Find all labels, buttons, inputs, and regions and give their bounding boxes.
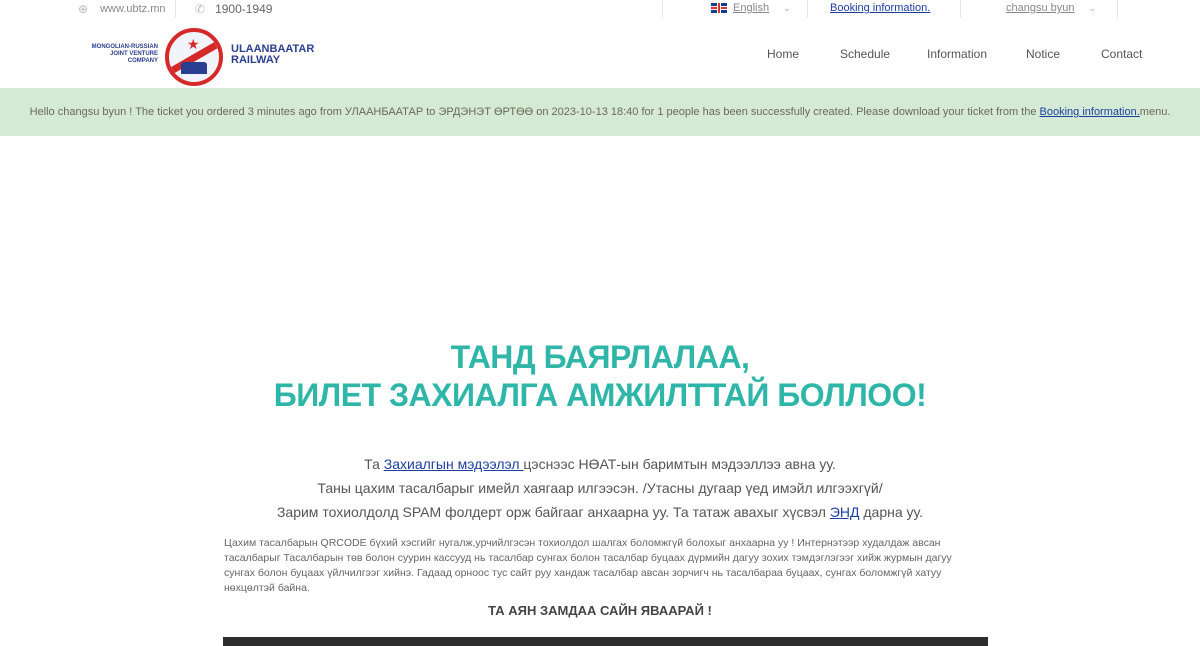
ticket-rules-text: Цахим тасалбарын QRCODE бүхий хэсгийг ну… [224, 537, 952, 594]
nav-home[interactable]: Home [767, 47, 799, 61]
divider [175, 0, 176, 18]
download-ticket-link[interactable]: ЭНД [830, 504, 860, 520]
chevron-down-icon: ⌄ [783, 2, 791, 13]
logo-company-text: MONGOLIAN-RUSSIAN JOINT VENTURE COMPANY [91, 44, 158, 64]
header: MONGOLIAN-RUSSIAN JOINT VENTURE COMPANY … [0, 20, 1200, 88]
goodbye-text: ТА АЯН ЗАМДАА САЙН ЯВААРАЙ ! [488, 603, 712, 618]
nav-information[interactable]: Information [927, 47, 987, 61]
user-menu[interactable]: changsu byun ⌄ [1006, 2, 1096, 14]
booking-info-link[interactable]: Захиалгын мэдээлэл [384, 456, 524, 472]
thank-you-line2: БИЛЕТ ЗАХИАЛГА АМЖИЛТТАЙ БОЛЛОО! [273, 377, 927, 413]
language-select[interactable]: English ⌄ [711, 2, 791, 14]
website-text: www.ubtz.mn [100, 3, 166, 15]
divider [662, 0, 663, 18]
divider [1117, 0, 1118, 18]
success-notice: Hello changsu byun ! The ticket you orde… [0, 88, 1200, 136]
notice-text: Hello changsu byun ! The ticket you orde… [29, 106, 1037, 118]
thank-you-line1: ТАНД БАЯРЛАЛАА, [450, 339, 750, 375]
uk-flag-icon [711, 3, 727, 13]
info-line2: Таны цахим тасалбарыг имейл хаягаар илгэ… [317, 480, 883, 496]
nav-contact[interactable]: Contact [1101, 47, 1142, 61]
railway-logo-icon[interactable]: ★ [165, 28, 223, 86]
chevron-down-icon: ⌄ [1088, 2, 1097, 13]
website-item[interactable]: ⊕ www.ubtz.mn [78, 2, 165, 16]
top-bar: ⊕ www.ubtz.mn ✆ 1900-1949 English ⌄ Book… [0, 0, 1200, 18]
phone-item: ✆ 1900-1949 [195, 2, 272, 16]
nav-notice[interactable]: Notice [1026, 47, 1060, 61]
phone-icon: ✆ [195, 2, 206, 16]
divider [960, 0, 961, 18]
language-label[interactable]: English [733, 2, 769, 14]
info-block: Та Захиалгын мэдээлэл цэснээс НӨАТ-ын ба… [0, 452, 1200, 524]
booking-info-item[interactable]: Booking information. [830, 2, 930, 14]
booking-info-link[interactable]: Booking information. [830, 2, 930, 14]
logo-brand-line2: RAILWAY [231, 54, 281, 66]
logo-brand[interactable]: ULAANBAATAR RAILWAY [231, 44, 314, 66]
nav-schedule[interactable]: Schedule [840, 47, 890, 61]
notice-suffix: menu. [1139, 106, 1171, 118]
info-line3: Зарим тохиолдолд SPAM фолдерт орж байгаа… [276, 504, 924, 520]
train-icon [181, 62, 207, 74]
ticket-panel [223, 637, 988, 646]
info-line1: Та Захиалгын мэдээлэл цэснээс НӨАТ-ын ба… [364, 456, 836, 472]
phone-text: 1900-1949 [215, 2, 273, 16]
thank-you-heading: ТАНД БАЯРЛАЛАА, БИЛЕТ ЗАХИАЛГА АМЖИЛТТАЙ… [0, 338, 1200, 414]
user-name[interactable]: changsu byun [1006, 2, 1075, 14]
globe-icon: ⊕ [78, 2, 89, 16]
notice-booking-link[interactable]: Booking information. [1040, 106, 1140, 118]
divider [807, 0, 808, 18]
